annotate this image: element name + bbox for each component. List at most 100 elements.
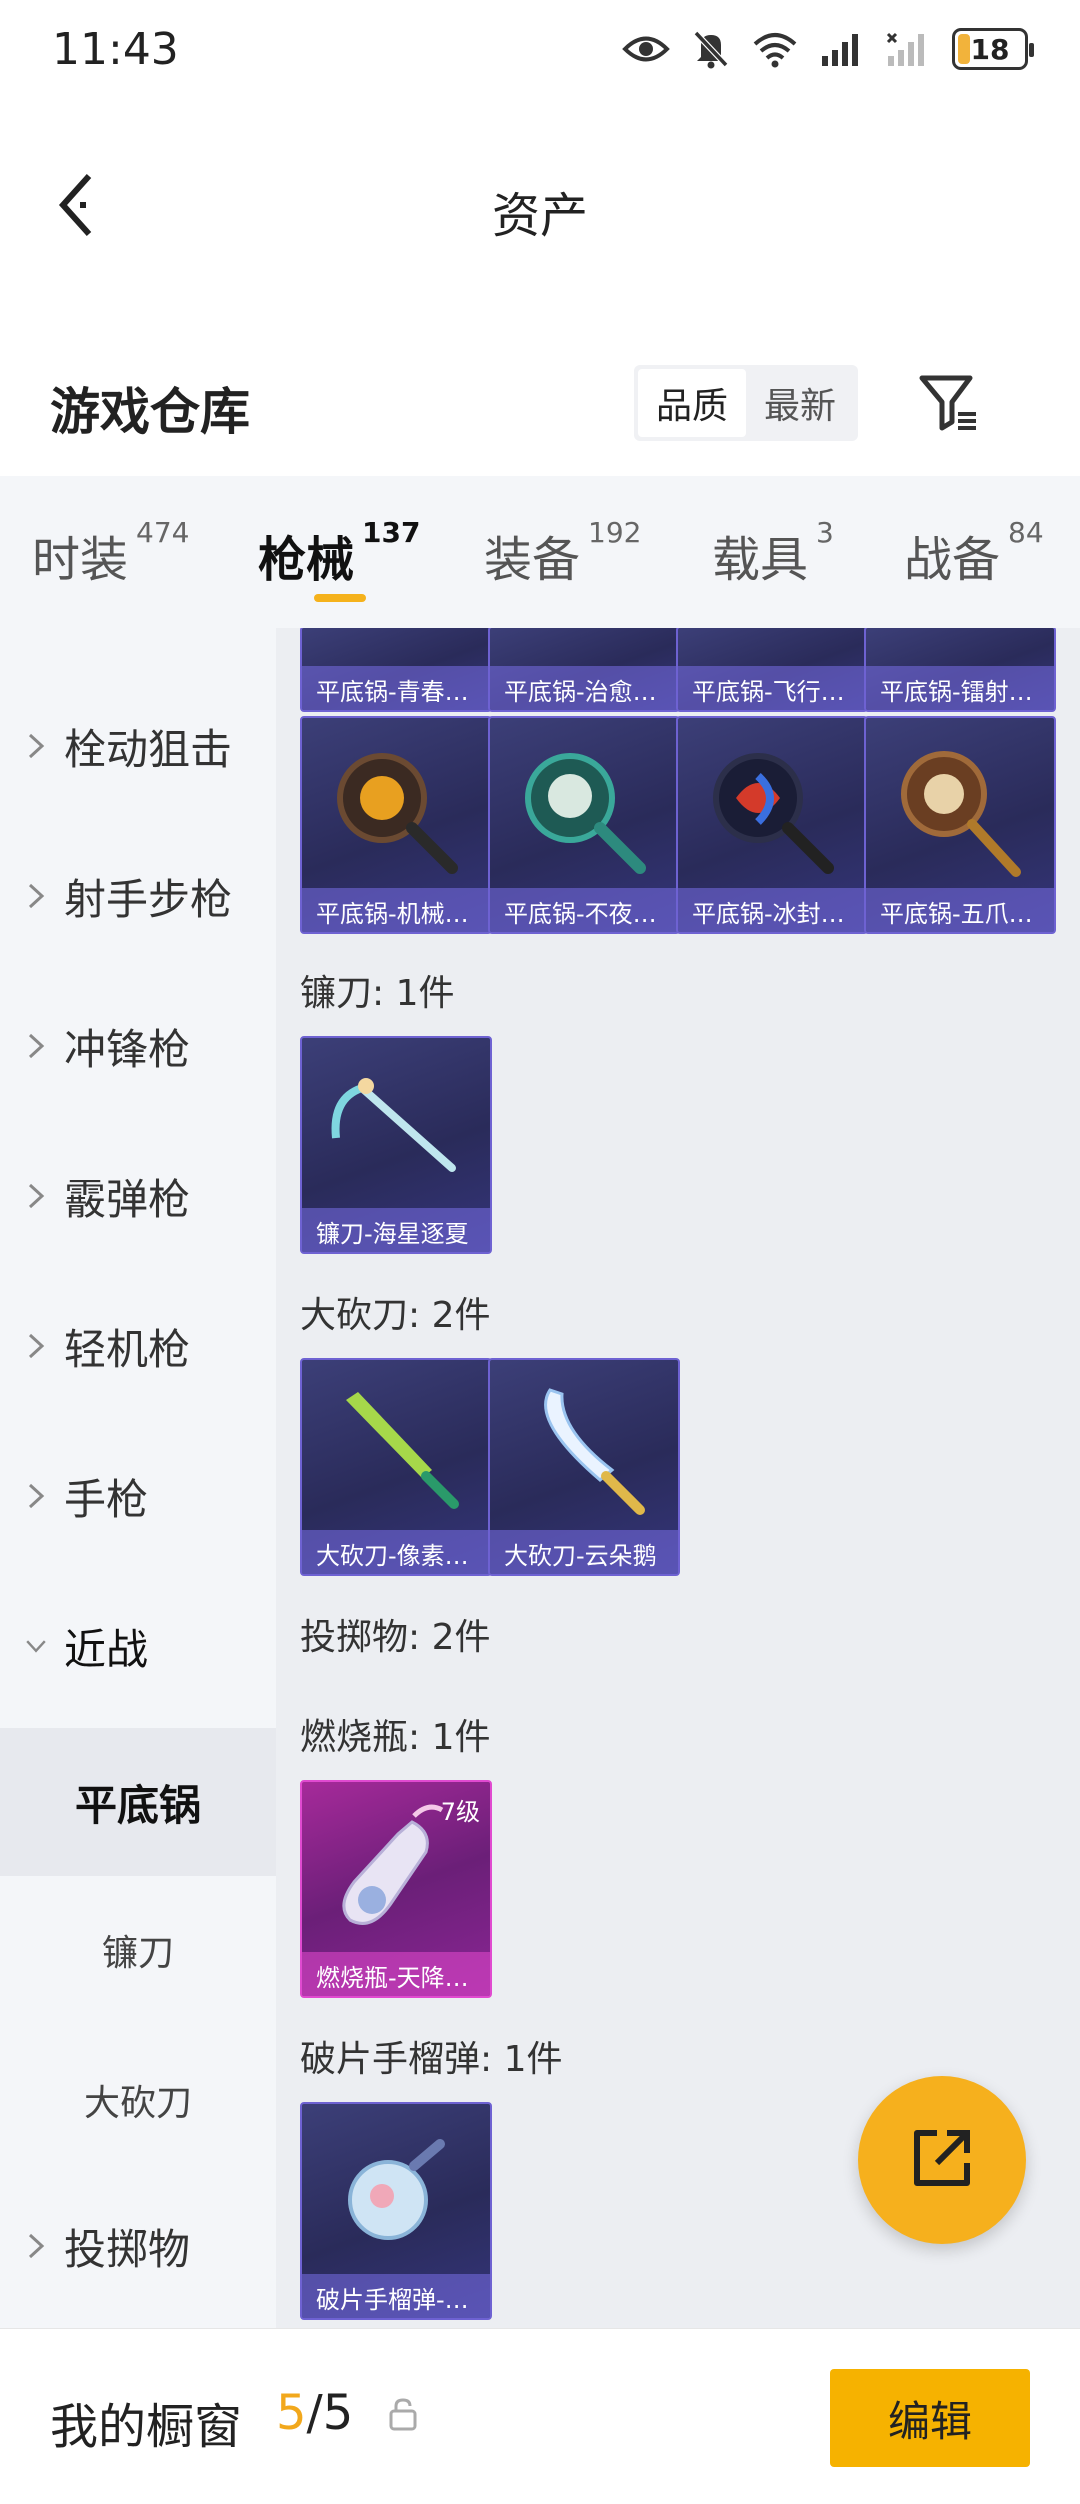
tab-count: 3 (816, 516, 834, 549)
mute-icon (692, 29, 730, 69)
item-name: 平底锅-治愈… (490, 666, 678, 710)
chevron-right-icon (28, 1183, 45, 1209)
item-card[interactable]: 平底锅-镭射… (864, 628, 1056, 712)
lock-icon (388, 2397, 418, 2435)
sort-newest-button[interactable]: 最新 (746, 369, 854, 437)
scythe-art (331, 1078, 456, 1172)
chevron-right-icon (28, 1333, 45, 1359)
item-card[interactable]: 平底锅-五爪… (864, 716, 1056, 934)
machete-art (544, 1388, 645, 1515)
signal-2-icon (886, 32, 930, 66)
status-bar: 11:43 18 (0, 0, 1080, 100)
frying-pan-art (901, 751, 1021, 877)
item-card[interactable]: 平底锅-不夜… (488, 716, 680, 934)
category-tabs: 时装 474 枪械 137 装备 192 载具 3 战备 84 (0, 476, 1080, 628)
machete-art (346, 1392, 459, 1509)
tab-battle-gear[interactable]: 战备 84 (904, 516, 1044, 590)
item-name: 燃烧瓶-天降… (302, 1952, 490, 1996)
item-name: 大砍刀-云朵鹅 (490, 1530, 678, 1574)
item-card[interactable]: 镰刀-海星逐夏 (300, 1036, 492, 1254)
chevron-right-icon (28, 1033, 45, 1059)
tab-count: 474 (136, 516, 190, 549)
showcase-title: 我的橱窗 (50, 2399, 243, 2455)
sidebar-item-label: 霰弹枪 (64, 1174, 191, 1224)
tab-count: 192 (588, 516, 642, 549)
tab-firearms[interactable]: 枪械 137 (258, 516, 420, 590)
item-card[interactable]: 大砍刀-云朵鹅 (488, 1358, 680, 1576)
sidebar-item-label: 投掷物 (64, 2224, 191, 2274)
item-card[interactable]: 平底锅-机械… (300, 716, 492, 934)
filter-button[interactable] (912, 364, 984, 444)
frag-grenade-art (348, 2139, 445, 2240)
item-level: 7级 (440, 1798, 480, 1826)
status-time: 11:43 (52, 24, 179, 75)
item-card[interactable]: 平底锅-飞行… (676, 628, 868, 712)
item-name: 平底锅-青春… (302, 666, 490, 710)
sidebar-subitem-frying-pan[interactable]: 平底锅 (0, 1728, 276, 1876)
tab-label: 载具 (712, 532, 809, 588)
sidebar-item-dmr[interactable]: 射手步枪 (0, 826, 276, 966)
tab-equipment[interactable]: 装备 192 (484, 516, 641, 590)
section-header: 游戏仓库 品质 最新 (0, 350, 1080, 460)
sidebar-item-label: 近战 (64, 1624, 149, 1674)
share-button[interactable] (858, 2076, 1026, 2244)
sidebar-item-label: 射手步枪 (64, 874, 233, 924)
filter-icon (916, 370, 980, 438)
tab-count: 137 (362, 516, 421, 549)
sidebar-item-label: 栓动狙击 (64, 724, 233, 774)
item-name: 大砍刀-像素… (302, 1530, 490, 1574)
frying-pan-art (713, 753, 834, 874)
chevron-right-icon (28, 883, 45, 909)
tab-vehicles[interactable]: 载具 3 (712, 516, 834, 590)
item-name: 平底锅-五爪… (866, 888, 1054, 932)
item-name: 平底锅-镭射… (866, 666, 1054, 710)
battery-level: 18 (970, 32, 1010, 66)
sidebar-subitem-machete[interactable]: 大砍刀 (0, 2026, 276, 2174)
sidebar-item-smg[interactable]: 冲锋枪 (0, 976, 276, 1116)
item-name: 镰刀-海星逐夏 (302, 1208, 490, 1252)
sort-toggle: 品质 最新 (634, 365, 858, 441)
sidebar-subitem-scythe[interactable]: 镰刀 (0, 1876, 276, 2024)
sidebar-item-label: 手枪 (64, 1474, 149, 1524)
group-label-scythe: 镰刀: 1件 (300, 973, 455, 1014)
tab-fashion[interactable]: 时装 474 (32, 516, 189, 590)
section-title: 游戏仓库 (50, 383, 250, 441)
chevron-right-icon (28, 2233, 45, 2259)
battery-icon: 18 (952, 28, 1034, 70)
sidebar-item-throwables[interactable]: 投掷物 (0, 2176, 276, 2316)
frying-pan-art (337, 753, 458, 874)
group-label-molotov: 燃烧瓶: 1件 (300, 1717, 491, 1758)
status-icons: 18 (622, 28, 1034, 70)
item-card[interactable]: 破片手榴弹-… (300, 2102, 492, 2320)
sidebar-item-pistol[interactable]: 手枪 (0, 1426, 276, 1566)
item-name: 平底锅-不夜… (490, 888, 678, 932)
tab-label: 战备 (904, 532, 1001, 588)
sidebar-item-bolt-sniper[interactable]: 栓动狙击 (0, 676, 276, 816)
sidebar-item-label: 轻机枪 (64, 1324, 191, 1374)
showcase-separator: / (306, 2385, 323, 2441)
tab-label: 枪械 (258, 532, 355, 588)
sort-quality-button[interactable]: 品质 (638, 369, 746, 437)
item-grid: 平底锅-青春… 平底锅-治愈… 平底锅-飞行… 平底锅-镭射… 平底锅-机械… … (276, 628, 1080, 2328)
app-header: 资产 (0, 140, 1080, 270)
edit-button[interactable]: 编辑 (830, 2369, 1030, 2467)
sidebar-item-melee[interactable]: 近战 (0, 1576, 276, 1716)
item-name: 破片手榴弹-… (302, 2274, 490, 2318)
sidebar-item-shotgun[interactable]: 霰弹枪 (0, 1126, 276, 1266)
weapon-category-sidebar: 栓动狙击 射手步枪 冲锋枪 霰弹枪 轻机枪 手枪 近战 平底锅 镰刀 大砍刀 投… (0, 628, 276, 2328)
item-name: 平底锅-飞行… (678, 666, 866, 710)
tab-label: 时装 (32, 532, 129, 588)
showcase-bar: 我的橱窗 5/5 编辑 (0, 2328, 1080, 2504)
tab-count: 84 (1008, 516, 1044, 549)
item-card[interactable]: 平底锅-青春… (300, 628, 492, 712)
sidebar-item-lmg[interactable]: 轻机枪 (0, 1276, 276, 1416)
showcase-total: 5 (322, 2385, 354, 2441)
item-card[interactable]: 大砍刀-像素… (300, 1358, 492, 1576)
item-name: 平底锅-冰封… (678, 888, 866, 932)
item-card[interactable]: 7级 燃烧瓶-天降… (300, 1780, 492, 1998)
eye-icon (622, 32, 670, 66)
group-label-machete: 大砍刀: 2件 (300, 1295, 491, 1336)
item-card[interactable]: 平底锅-冰封… (676, 716, 868, 934)
item-card[interactable]: 平底锅-治愈… (488, 628, 680, 712)
tab-label: 装备 (484, 532, 581, 588)
